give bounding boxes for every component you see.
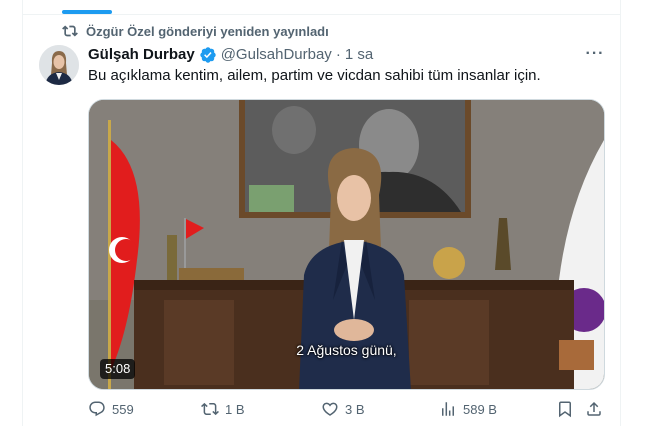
reply-count: 559 xyxy=(112,401,134,417)
separator-dot: · xyxy=(335,46,341,63)
view-count: 589 B xyxy=(463,401,497,417)
tweet-actions: 559 1 B 3 B 589 B xyxy=(88,400,605,422)
avatar[interactable] xyxy=(39,45,79,85)
reply-button[interactable]: 559 xyxy=(88,400,134,418)
like-button[interactable]: 3 B xyxy=(321,400,365,418)
repost-context[interactable]: Özgür Özel gönderiyi yeniden yayınladı xyxy=(62,22,329,40)
divider xyxy=(22,14,621,15)
tweet-text: Bu açıklama kentim, ailem, partim ve vic… xyxy=(88,67,541,84)
heart-icon xyxy=(322,402,338,416)
share-button[interactable] xyxy=(585,400,603,418)
repost-count: 1 B xyxy=(225,401,245,417)
repost-button[interactable]: 1 B xyxy=(201,400,245,418)
repost-icon xyxy=(62,25,78,37)
bookmark-icon xyxy=(559,401,571,418)
tweet-timestamp[interactable]: 1 sa xyxy=(345,45,373,65)
reply-icon xyxy=(89,401,105,417)
avatar-image xyxy=(39,45,79,85)
more-options-icon[interactable]: ··· xyxy=(584,44,606,64)
author-name[interactable]: Gülşah Durbay xyxy=(88,45,195,65)
share-icon xyxy=(587,401,601,416)
views-button[interactable]: 589 B xyxy=(439,400,497,418)
verified-badge-icon xyxy=(200,47,216,63)
repost-label: Özgür Özel gönderiyi yeniden yayınladı xyxy=(86,23,329,39)
video-duration: 5:08 xyxy=(100,359,136,379)
tweet-header: Gülşah Durbay @GulsahDurbay · 1 sa xyxy=(88,45,373,65)
views-chart-icon xyxy=(442,402,454,416)
repost-icon xyxy=(201,402,219,416)
like-count: 3 B xyxy=(345,401,365,417)
author-handle[interactable]: @GulsahDurbay xyxy=(221,45,332,65)
video-subtitle: 2 Ağustos günü, xyxy=(296,342,397,358)
video-player[interactable]: 2 Ağustos günü, 5:08 xyxy=(88,99,605,390)
bookmark-button[interactable] xyxy=(556,400,574,418)
